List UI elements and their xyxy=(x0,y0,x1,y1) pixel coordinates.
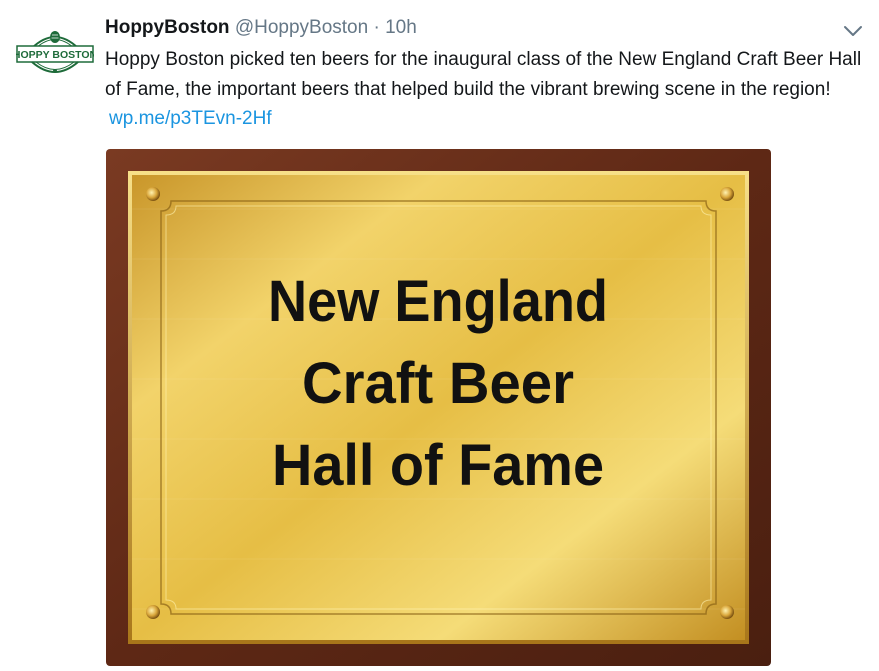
tweet[interactable]: HOPPY BOSTON HoppyBoston @HoppyBoston · … xyxy=(0,0,879,671)
user-handle[interactable]: @HoppyBoston xyxy=(235,17,368,38)
plaque-line-1: New England xyxy=(268,269,608,334)
tweet-media-image[interactable]: New England Craft Beer Hall of Fame xyxy=(106,149,771,666)
plaque-line-3: Hall of Fame xyxy=(272,433,604,498)
avatar[interactable]: HOPPY BOSTON xyxy=(13,24,97,82)
tweet-text: Hoppy Boston picked ten beers for the in… xyxy=(105,45,865,134)
chevron-down-icon[interactable] xyxy=(840,18,866,44)
tweet-link[interactable]: wp.me/p3TEvn-2Hf xyxy=(109,108,272,129)
tweet-header: HoppyBoston @HoppyBoston · 10h xyxy=(105,15,417,41)
plaque-line-2: Craft Beer xyxy=(302,351,574,416)
avatar-logo-text: HOPPY BOSTON xyxy=(16,49,94,61)
timestamp[interactable]: 10h xyxy=(385,17,417,38)
tweet-body: Hoppy Boston picked ten beers for the in… xyxy=(105,49,862,100)
plaque-image: New England Craft Beer Hall of Fame xyxy=(106,149,771,666)
separator-dot: · xyxy=(373,17,380,38)
hoppy-boston-logo: HOPPY BOSTON xyxy=(13,31,97,73)
display-name[interactable]: HoppyBoston xyxy=(105,17,230,38)
